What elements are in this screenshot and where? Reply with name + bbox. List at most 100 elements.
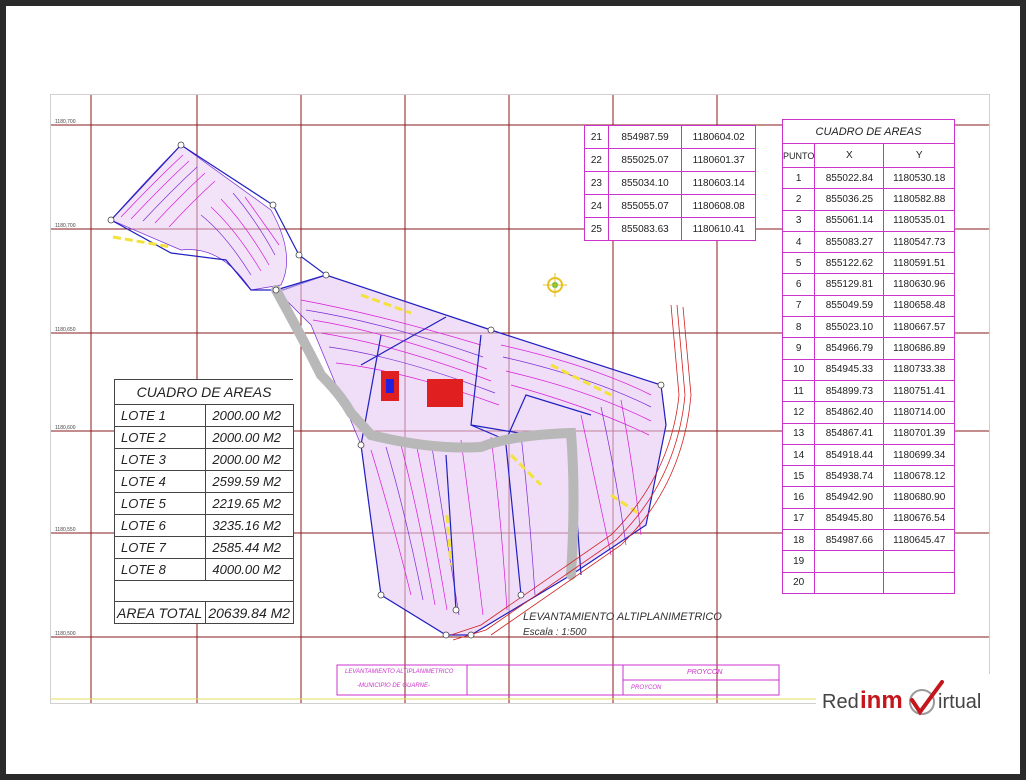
coord-y: 1180530.18 [883, 166, 955, 190]
point-number: 5 [781, 252, 816, 275]
column-header-punto: PUNTO [781, 143, 816, 168]
coord-x: 854862.40 [814, 401, 885, 424]
contours-main [275, 274, 667, 636]
table-row: 7 855049.59 1180658.48 [781, 294, 955, 318]
table-row: LOTE 5 2219.65 M2 [113, 492, 294, 515]
coord-x: 855034.10 [607, 171, 683, 195]
point-number: 11 [781, 379, 816, 403]
point-number: 2 [781, 188, 816, 211]
lot-name: LOTE 6 [113, 514, 207, 537]
point-number: 16 [781, 486, 816, 509]
point-number: 17 [781, 507, 816, 531]
table-row: 18 854987.66 1180645.47 [781, 529, 955, 552]
lot-name: LOTE 8 [113, 558, 207, 581]
table-row: 22 855025.07 1180601.37 [584, 148, 756, 172]
title-block-sub: PROYCON [631, 685, 662, 691]
table-row: 9 854966.79 1180686.89 [781, 337, 955, 360]
coord-x: 854945.80 [814, 507, 885, 531]
coord-y: 1180601.37 [681, 148, 756, 172]
svg-text:1180,700: 1180,700 [55, 119, 76, 125]
coord-x: 855055.07 [607, 194, 683, 218]
point-number: 12 [781, 401, 816, 424]
coord-y: 1180667.57 [883, 316, 955, 339]
svg-text:1180,550: 1180,550 [55, 527, 76, 533]
table-row: 14 854918.44 1180699.34 [781, 443, 955, 467]
coordinate-table-right: CUADRO DE AREAS PUNTO X Y 1 855022.84 1180… [781, 119, 955, 594]
logo-text-inm: inm [860, 687, 903, 714]
reference-target-icon [543, 273, 567, 297]
point-number: 22 [584, 148, 609, 172]
point-number: 24 [584, 194, 609, 218]
coord-y: 1180591.51 [883, 252, 955, 275]
table-row: 23 855034.10 1180603.14 [584, 171, 756, 195]
coord-x: 854987.59 [607, 125, 683, 149]
point-number: 25 [584, 217, 609, 241]
coord-y: 1180733.38 [883, 358, 955, 381]
coord-y: 1180645.47 [883, 529, 955, 552]
table-row: LOTE 7 2585.44 M2 [113, 536, 294, 559]
lot-name: LOTE 5 [113, 492, 207, 515]
point-number: 1 [781, 166, 816, 190]
coord-y: 1180751.41 [883, 379, 955, 403]
coord-y: 1180630.96 [883, 273, 955, 296]
coord-y [883, 571, 955, 594]
table-row: 13 854867.41 1180701.39 [781, 422, 955, 445]
coord-y: 1180714.00 [883, 401, 955, 424]
coord-x: 855129.81 [814, 273, 885, 296]
table-row: 25 855083.63 1180610.41 [584, 217, 756, 241]
column-header-y: Y [883, 143, 955, 168]
lot-area: 2000.00 M2 [205, 448, 294, 471]
contours-north [110, 144, 287, 291]
table-row: 4 855083.27 1180547.73 [781, 230, 955, 254]
point-number: 13 [781, 422, 816, 445]
lot-areas-table: CUADRO DE AREAS LOTE 1 2000.00 M2 LOTE 2 20… [113, 379, 294, 624]
point-number: 10 [781, 358, 816, 381]
lot-area: 2000.00 M2 [205, 426, 294, 449]
lot-area: 2000.00 M2 [205, 404, 294, 427]
coord-x [814, 550, 885, 573]
coord-y [883, 550, 955, 573]
table-row: 1 855022.84 1180530.18 [781, 166, 955, 190]
lot-areas-title: CUADRO DE AREAS [114, 379, 294, 405]
lot-name: LOTE 3 [113, 448, 207, 471]
logo-graphic: Red inm irtual [822, 680, 981, 716]
table-row: 2 855036.25 1180582.88 [781, 188, 955, 211]
svg-text:1180,600: 1180,600 [55, 425, 76, 431]
coord-y: 1180604.02 [681, 125, 756, 149]
table-row: LOTE 3 2000.00 M2 [113, 448, 294, 471]
table-row: 3 855061.14 1180535.01 [781, 209, 955, 232]
coord-y: 1180701.39 [883, 422, 955, 445]
coord-x: 855083.27 [814, 230, 885, 254]
svg-text:1180,500: 1180,500 [55, 631, 76, 637]
table-row: 21 854987.59 1180604.02 [584, 125, 756, 149]
coordinate-table-title: CUADRO DE AREAS [782, 119, 955, 144]
total-area-label: AREA TOTAL [113, 601, 207, 624]
table-row: 20 [781, 571, 955, 594]
lot-area: 4000.00 M2 [205, 558, 294, 581]
point-number: 6 [781, 273, 816, 296]
coord-x: 854938.74 [814, 465, 885, 488]
lot-area: 3235.16 M2 [205, 514, 294, 537]
table-row: 11 854899.73 1180751.41 [781, 379, 955, 403]
drawing-scale: Escala : 1:500 [523, 627, 587, 638]
point-number: 15 [781, 465, 816, 488]
point-number: 18 [781, 529, 816, 552]
coordinate-table-top: 21 854987.59 1180604.02 22 855025.07 1180601.… [584, 125, 756, 241]
coord-x: 854966.79 [814, 337, 885, 360]
coord-x: 855025.07 [607, 148, 683, 172]
coord-y: 1180608.08 [681, 194, 756, 218]
table-row: 19 [781, 550, 955, 573]
point-number: 9 [781, 337, 816, 360]
lot-area: 2585.44 M2 [205, 536, 294, 559]
coord-x: 854867.41 [814, 422, 885, 445]
column-header-x: X [814, 143, 885, 168]
table-row: LOTE 6 3235.16 M2 [113, 514, 294, 537]
table-row: 15 854938.74 1180678.12 [781, 465, 955, 488]
title-block-owner: PROYCON [687, 669, 723, 676]
lot-area: 2599.59 M2 [205, 470, 294, 493]
table-row: 6 855129.81 1180630.96 [781, 273, 955, 296]
svg-text:1180,650: 1180,650 [55, 327, 76, 333]
coord-y: 1180678.12 [883, 465, 955, 488]
table-row: LOTE 2 2000.00 M2 [113, 426, 294, 449]
lot-name: LOTE 1 [113, 404, 207, 427]
